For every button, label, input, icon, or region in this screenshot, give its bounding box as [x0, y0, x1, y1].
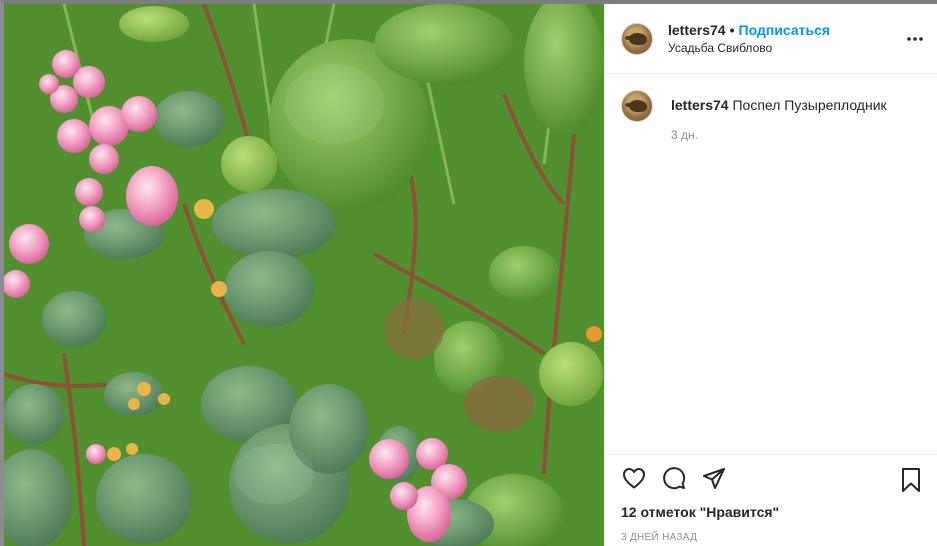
author-username[interactable]: letters74: [668, 22, 726, 38]
heart-icon: [623, 468, 645, 489]
caption-comment: letters74 Поспел Пузыреплодник 3 дн.: [621, 90, 921, 142]
follow-button[interactable]: Подписаться: [739, 22, 831, 38]
post-header: letters74 • Подписаться Усадьба Свиблово: [605, 4, 937, 74]
caption-time[interactable]: 3 дн.: [671, 128, 887, 142]
author-avatar[interactable]: [621, 22, 653, 55]
berry-bush-photo: [4, 4, 604, 546]
likes-count[interactable]: 12 отметок "Нравится": [621, 504, 921, 520]
more-options-icon[interactable]: [907, 32, 923, 46]
post-photo[interactable]: [4, 4, 604, 546]
post-dialog: letters74 • Подписаться Усадьба Свиблово l…: [0, 0, 937, 546]
location-link[interactable]: Усадьба Свиблово: [668, 39, 830, 57]
separator-dot: •: [729, 21, 735, 38]
send-icon: [703, 468, 725, 489]
caption-username[interactable]: letters74: [671, 97, 729, 113]
author-info: letters74 • Подписаться Усадьба Свиблово: [668, 21, 830, 57]
like-button[interactable]: [621, 465, 647, 491]
post-date[interactable]: 3 ДНЕЙ НАЗАД: [621, 532, 921, 543]
comments-section: letters74 Поспел Пузыреплодник 3 дн.: [605, 74, 937, 454]
caption-body: letters74 Поспел Пузыреплодник 3 дн.: [671, 90, 887, 142]
post-actions: 12 отметок "Нравится" 3 ДНЕЙ НАЗАД: [605, 454, 937, 546]
share-button[interactable]: [701, 465, 727, 491]
bookmark-icon[interactable]: [899, 467, 923, 493]
comment-button[interactable]: [661, 465, 687, 491]
caption-text: Поспел Пузыреплодник: [732, 97, 887, 113]
post-side-panel: letters74 • Подписаться Усадьба Свиблово l…: [604, 4, 937, 546]
comment-bubble-icon: [663, 467, 686, 490]
caption-avatar[interactable]: [621, 90, 653, 122]
